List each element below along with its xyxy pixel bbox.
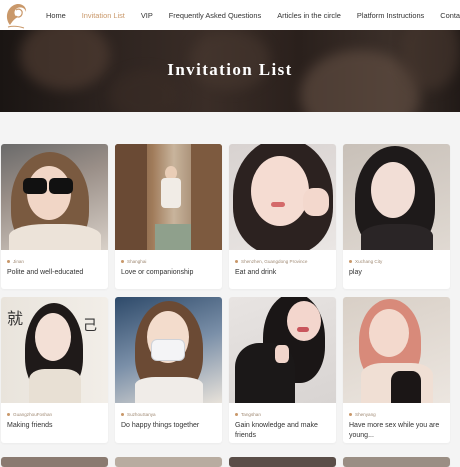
profile-photo (1, 144, 108, 250)
invitation-card[interactable] (229, 457, 336, 467)
nav-vip[interactable]: VIP (141, 11, 153, 20)
invitation-card[interactable] (115, 457, 222, 467)
hero-banner: Invitation List (0, 30, 460, 112)
card-city: Shenyang (355, 412, 376, 417)
invitation-card[interactable]: Shanghai Love or companionship (115, 144, 222, 289)
card-city: SuzhouSanya (127, 412, 156, 417)
card-city: Xuchang City (355, 259, 383, 264)
location-dot-icon (349, 260, 352, 263)
profile-photo (229, 144, 336, 250)
invitation-card[interactable]: 就 己 GuangzhouFoshan Making friends (1, 297, 108, 443)
profile-photo (115, 457, 222, 467)
location-dot-icon (235, 413, 238, 416)
nav-home[interactable]: Home (46, 11, 66, 20)
invitation-card[interactable]: SuzhouSanya Do happy things together (115, 297, 222, 443)
invitation-card[interactable] (1, 457, 108, 467)
invitation-card[interactable]: Xuchang City play (343, 144, 450, 289)
location-dot-icon (7, 413, 10, 416)
profile-photo (229, 297, 336, 403)
card-city: Shanghai (127, 259, 147, 264)
profile-photo (229, 457, 336, 467)
page-title: Invitation List (167, 60, 293, 79)
nav-platform-instructions[interactable]: Platform Instructions (357, 11, 424, 20)
invitation-card[interactable]: Shenyang Have more sex while you are you… (343, 297, 450, 443)
top-navigation-bar: Home Invitation List VIP Frequently Aske… (0, 0, 460, 30)
card-tag: Polite and well-educated (7, 269, 84, 276)
nav-articles[interactable]: Articles in the circle (277, 11, 341, 20)
nav-contact-us[interactable]: Contact Us (440, 11, 460, 20)
profile-photo (343, 457, 450, 467)
profile-photo (115, 144, 222, 250)
card-tag: Love or companionship (121, 269, 194, 276)
card-tag: Have more sex while you are young... (349, 422, 440, 439)
invitation-card[interactable] (343, 457, 450, 467)
profile-photo (115, 297, 222, 403)
card-tag: Do happy things together (121, 422, 200, 429)
invitation-card[interactable]: Shenzhen, Guangdong Province Eat and dri… (229, 144, 336, 289)
card-tag: Gain knowledge and make friends (235, 422, 318, 439)
card-city: Tangshan (241, 412, 261, 417)
profile-photo (1, 457, 108, 467)
profile-photo: 就 己 (1, 297, 108, 403)
location-dot-icon (7, 260, 10, 263)
card-city: GuangzhouFoshan (13, 412, 53, 417)
main-nav: Home Invitation List VIP Frequently Aske… (46, 0, 460, 30)
invitation-card[interactable]: Jinan Polite and well-educated (1, 144, 108, 289)
invitation-card[interactable]: Tangshan Gain knowledge and make friends (229, 297, 336, 443)
nav-faq[interactable]: Frequently Asked Questions (169, 11, 261, 20)
nav-invitation-list[interactable]: Invitation List (82, 11, 125, 20)
profile-photo (343, 297, 450, 403)
card-city: Shenzhen, Guangdong Province (241, 259, 308, 264)
profile-photo (343, 144, 450, 250)
card-city: Jinan (13, 259, 24, 264)
location-dot-icon (235, 260, 238, 263)
logo-icon[interactable] (2, 1, 32, 29)
location-dot-icon (121, 260, 124, 263)
card-tag: Eat and drink (235, 269, 277, 276)
card-tag: play (349, 269, 362, 276)
location-dot-icon (349, 413, 352, 416)
card-tag: Making friends (7, 422, 53, 429)
location-dot-icon (121, 413, 124, 416)
